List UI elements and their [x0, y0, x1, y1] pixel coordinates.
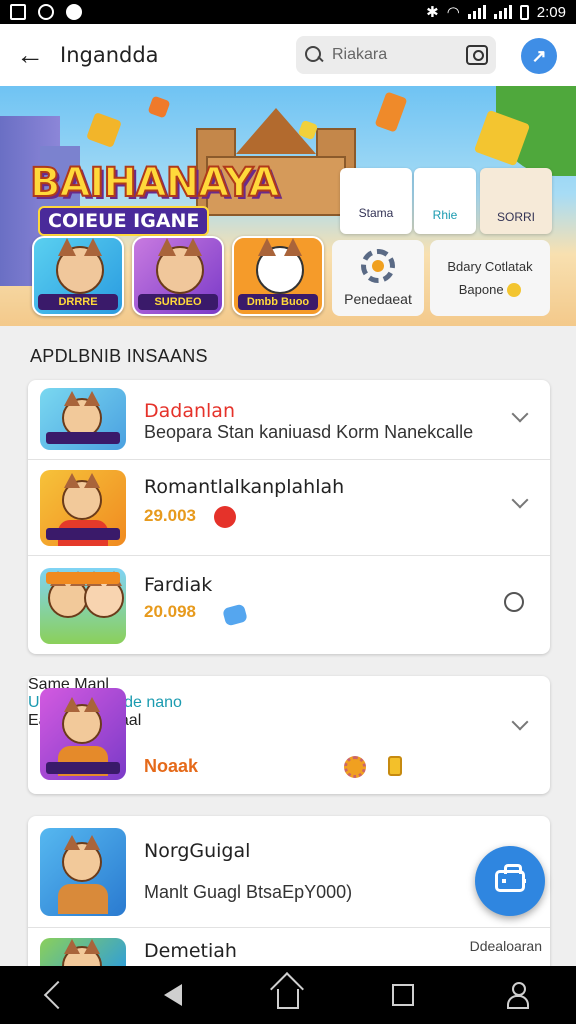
- chevron-down-icon[interactable]: [511, 491, 529, 509]
- gem-icon: [222, 603, 248, 627]
- back-arrow-icon[interactable]: ←: [0, 24, 60, 86]
- recents-nav-button[interactable]: [383, 975, 423, 1015]
- game-tile-1[interactable]: DRRRE: [32, 236, 124, 316]
- recents-icon: [392, 984, 415, 1006]
- side-label: Ddealoaran: [469, 938, 542, 954]
- hero-banner[interactable]: BAIHANAYA COIEUE IGANE Stama Rhie SORRI …: [0, 86, 576, 326]
- banner-subtitle: COIEUE IGANE: [38, 206, 210, 236]
- gear-icon: [361, 249, 395, 283]
- back-nav-button[interactable]: [38, 975, 78, 1015]
- mini-card-rhie[interactable]: Rhie: [414, 168, 476, 234]
- calculator-card[interactable]: Bdary Cotlatak Bapone: [430, 240, 550, 316]
- calculator-sub: Bapone: [459, 282, 522, 298]
- system-nav-bar: [0, 966, 576, 1024]
- banner-title: BAIHANAYA: [29, 159, 280, 207]
- profile-avatar[interactable]: ↗: [521, 38, 557, 74]
- facebook-icon: [66, 4, 82, 20]
- section-title: APDLBNIB INSAANS: [30, 346, 208, 366]
- previous-nav-button[interactable]: [153, 975, 193, 1015]
- page-title: Ingandda: [60, 43, 159, 67]
- whatsapp-icon: [38, 4, 54, 20]
- list-item[interactable]: Dadanlan Beopara Stan kaniuasd Korm Nane…: [28, 380, 550, 460]
- account-nav-button[interactable]: [498, 975, 538, 1015]
- game-card-list: NorgGuigal Manlt Guagl BtsaEpY000) Demet…: [28, 816, 550, 976]
- camera-icon[interactable]: [466, 45, 488, 65]
- home-nav-button[interactable]: [268, 975, 308, 1015]
- briefcase-icon: [495, 864, 526, 892]
- status-bar: ✱ ◠ 2:09: [0, 0, 576, 24]
- search-placeholder: Riakara: [332, 46, 388, 63]
- tag-label: Noaak: [144, 756, 199, 776]
- bluetooth-icon: ✱: [426, 4, 439, 21]
- mini-card-stama[interactable]: Stama: [340, 168, 412, 234]
- sun-icon: [344, 756, 366, 778]
- radio-button[interactable]: [504, 592, 524, 612]
- game-thumbnail: [40, 828, 126, 916]
- game-card[interactable]: Same Manl Unaaar dlenade nano Noaak Eana…: [28, 676, 550, 794]
- triangle-back-icon: [163, 984, 182, 1006]
- list-item[interactable]: NorgGuigal Manlt Guagl BtsaEpY000): [28, 816, 550, 928]
- game-tile-2[interactable]: SURDEO: [132, 236, 224, 316]
- game-tile-3[interactable]: Dmbb Buoo: [232, 236, 324, 316]
- game-thumbnail: [40, 688, 126, 780]
- game-thumbnail: [40, 470, 126, 546]
- settings-card[interactable]: Penedaeat: [332, 240, 424, 316]
- search-icon: [304, 45, 324, 65]
- can-icon: [388, 756, 402, 776]
- list-item[interactable]: Fardiak 20.098: [28, 556, 550, 654]
- heart-badge-icon: [214, 506, 236, 528]
- clock: 2:09: [536, 3, 566, 21]
- game-thumbnail: [40, 568, 126, 644]
- wifi-icon: ◠: [446, 4, 460, 21]
- gem-decoration: [86, 112, 122, 148]
- image-notification-icon: [10, 4, 26, 20]
- cart-fab-button[interactable]: [475, 846, 545, 916]
- search-field[interactable]: Riakara: [296, 36, 496, 74]
- signal-2-icon: [493, 5, 512, 19]
- coin-icon: [507, 283, 522, 298]
- signal-icon: [467, 5, 486, 19]
- gem-decoration: [147, 95, 171, 119]
- back-icon: [43, 980, 72, 1010]
- battery-icon: [519, 4, 529, 20]
- home-icon: [276, 989, 299, 1009]
- chevron-down-icon[interactable]: [511, 405, 529, 423]
- person-icon: [507, 982, 530, 1009]
- list-item[interactable]: Romantlalkanplahlah 29.003: [28, 460, 550, 556]
- mini-card-sorri[interactable]: SORRI: [480, 168, 552, 234]
- gem-decoration: [374, 91, 408, 133]
- game-thumbnail: [40, 388, 126, 450]
- app-bar: ← Ingandda Riakara ↗: [0, 24, 576, 86]
- games-list-card: Dadanlan Beopara Stan kaniuasd Korm Nane…: [28, 380, 550, 654]
